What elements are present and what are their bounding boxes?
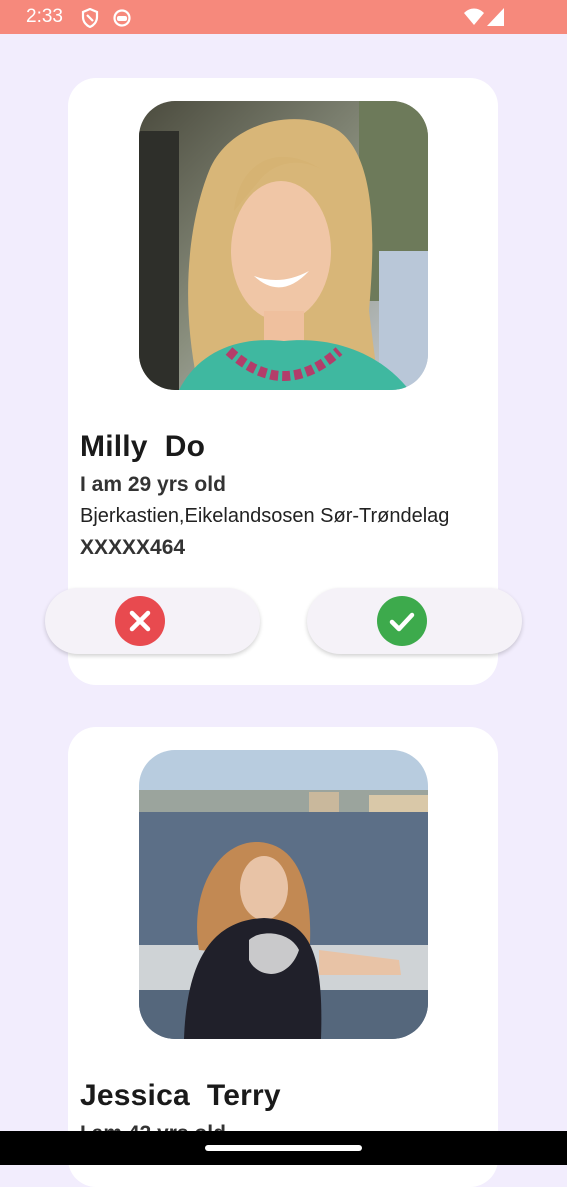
profile-photo	[139, 750, 428, 1039]
android-icon	[113, 8, 131, 33]
profile-name: Milly Do	[80, 430, 206, 463]
accept-button[interactable]	[307, 588, 522, 654]
signal-icon	[486, 7, 506, 32]
profile-phone: XXXXX464	[80, 536, 186, 559]
profile-photo	[139, 101, 428, 390]
shield-icon	[81, 7, 99, 33]
status-bar: 2:33	[0, 0, 567, 34]
close-circle-icon	[115, 596, 165, 646]
check-circle-icon	[377, 596, 427, 646]
status-time: 2:33	[26, 6, 63, 27]
profile-age: I am 29 yrs old	[80, 473, 226, 496]
navigation-bar	[0, 1131, 567, 1165]
profile-card: Jessica Terry I am 42 yrs old	[68, 727, 498, 1187]
profile-name: Jessica Terry	[80, 1079, 281, 1112]
home-handle[interactable]	[205, 1145, 362, 1151]
wifi-icon	[463, 7, 485, 32]
reject-button[interactable]	[45, 588, 260, 654]
profile-address: Bjerkastien,Eikelandsosen Sør-Trøndelag	[80, 505, 450, 527]
